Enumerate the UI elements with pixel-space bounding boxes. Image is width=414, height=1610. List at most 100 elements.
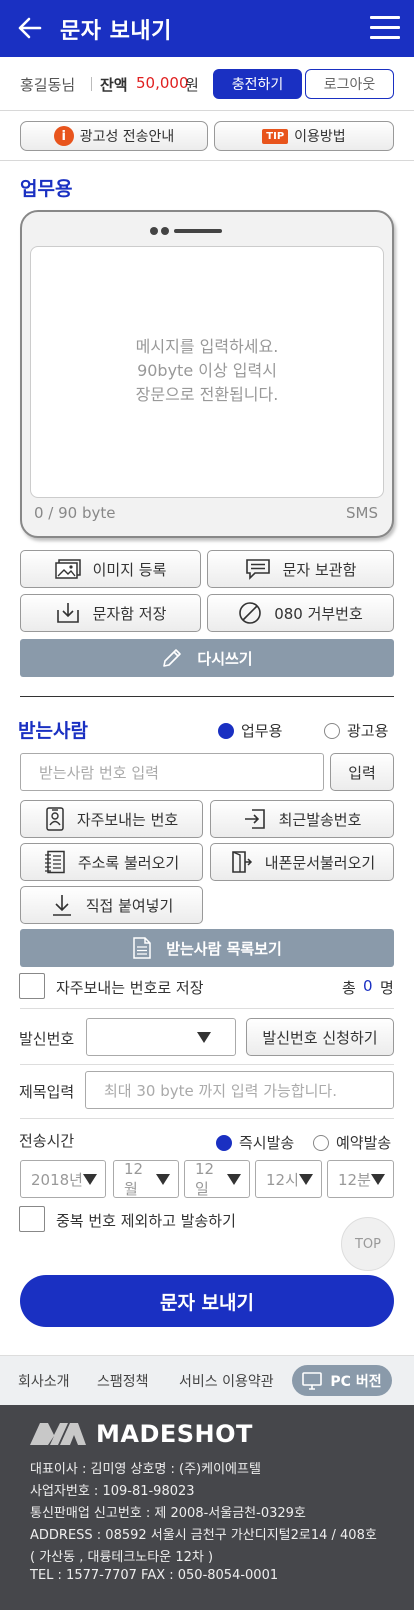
- footer: MADESHOT 대표이사 : 김미영 상호명 : (주)케이에프텔 사업자번호…: [0, 1405, 414, 1610]
- spam-policy-link[interactable]: 스팸정책: [97, 1371, 149, 1391]
- block-icon: [239, 602, 261, 624]
- radio-ad-label: 광고용: [347, 722, 389, 740]
- message-textarea[interactable]: 메시지를 입력하세요. 90byte 이상 입력시 장문으로 전환됩니다.: [30, 246, 384, 498]
- paste-directly-button[interactable]: 직접 붙여넣기: [20, 886, 203, 924]
- balance-label: 잔액: [100, 76, 128, 94]
- monitor-icon: [302, 1371, 323, 1390]
- rewrite-label: 다시쓰기: [197, 649, 253, 668]
- message-storage-label: 문자 보관함: [282, 560, 357, 579]
- divider: [20, 1064, 394, 1065]
- radio-business-label: 업무용: [241, 722, 283, 740]
- balance-value: 50,000: [136, 74, 189, 92]
- minute-select[interactable]: 12분: [327, 1160, 394, 1198]
- company-info-line: TEL : 1577-7707 FAX : 050-8054-0001: [30, 1568, 279, 1583]
- image-register-button[interactable]: 이미지 등록: [20, 550, 201, 588]
- divider: [91, 77, 92, 91]
- door-import-icon: [231, 851, 252, 873]
- usage-button[interactable]: TIP 이용방법: [214, 121, 394, 151]
- import-document-button[interactable]: 내폰문서불러오기: [210, 843, 394, 881]
- company-info-line: ( 가산동 , 대륭테크노타운 12차 ): [30, 1550, 214, 1565]
- message-phone-frame: 메시지를 입력하세요. 90byte 이상 입력시 장문으로 전환됩니다. 0 …: [20, 210, 394, 538]
- terms-link[interactable]: 서비스 이용약관: [179, 1371, 274, 1391]
- document-icon: [133, 937, 151, 959]
- logout-button[interactable]: 로그아웃: [305, 69, 394, 99]
- divider: [20, 1118, 394, 1119]
- brand-name: MADESHOT: [96, 1420, 253, 1448]
- radio-send-now[interactable]: 즉시발송: [216, 1132, 294, 1153]
- pc-version-button[interactable]: PC 버전: [292, 1365, 392, 1396]
- app-header: 문자 보내기: [0, 0, 414, 57]
- chevron-down-icon: [83, 1173, 97, 1185]
- info-icon: i: [53, 126, 74, 146]
- radio-business[interactable]: 업무용: [218, 720, 282, 741]
- company-info-line: ADDRESS : 08592 서울시 금천구 가산디지털2로14 / 408호: [30, 1528, 377, 1543]
- message-storage-button[interactable]: 문자 보관함: [207, 550, 394, 588]
- divider: [20, 696, 394, 697]
- month-value: 12월: [124, 1159, 144, 1198]
- usage-label: 이용방법: [294, 129, 346, 145]
- message-placeholder-line: 90byte 이상 입력시: [137, 361, 277, 380]
- download-tray-icon: [56, 603, 79, 623]
- chevron-down-icon: [299, 1173, 313, 1185]
- recipient-add-button[interactable]: 입력: [330, 753, 394, 791]
- rewrite-button[interactable]: 다시쓰기: [20, 639, 394, 677]
- charge-button[interactable]: 충전하기: [213, 69, 302, 99]
- pc-version-label: PC 버전: [330, 1373, 382, 1390]
- radio-reserve[interactable]: 예약발송: [313, 1132, 391, 1153]
- send-message-button[interactable]: 문자 보내기: [20, 1275, 394, 1327]
- reject-number-label: 080 거부번호: [274, 604, 363, 623]
- tip-bar: i 광고성 전송안내 TIP 이용방법: [0, 111, 414, 161]
- recipient-number-input[interactable]: 받는사람 번호 입력: [20, 753, 324, 791]
- radio-unselected-icon: [324, 722, 340, 739]
- ad-guide-label: 광고성 전송안내: [79, 129, 175, 145]
- address-book-label: 주소록 불러오기: [77, 853, 180, 872]
- total-unit: 명: [380, 979, 394, 997]
- month-select[interactable]: 12월: [113, 1160, 179, 1198]
- company-info-line: 사업자번호 : 109-81-98023: [30, 1484, 195, 1499]
- save-frequent-checkbox[interactable]: [19, 973, 45, 999]
- scroll-top-button[interactable]: TOP: [341, 1217, 395, 1271]
- hour-select[interactable]: 12시: [255, 1160, 322, 1198]
- company-info-line: 통신판매업 신고번호 : 제 2008-서울금천-0329호: [30, 1506, 306, 1521]
- hour-value: 12시: [266, 1170, 299, 1189]
- compose-section-title: 업무용: [20, 178, 73, 200]
- save-frequent-label: 자주보내는 번호로 저장: [56, 979, 204, 997]
- sender-number-select[interactable]: [86, 1018, 236, 1056]
- message-type: SMS: [346, 504, 378, 522]
- chevron-down-icon: [156, 1173, 170, 1185]
- sender-apply-button[interactable]: 발신번호 신청하기: [246, 1018, 394, 1056]
- frequent-numbers-button[interactable]: 자주보내는 번호: [20, 800, 203, 838]
- about-link[interactable]: 회사소개: [18, 1371, 70, 1391]
- year-select[interactable]: 2018년: [20, 1160, 106, 1198]
- address-book-button[interactable]: 주소록 불러오기: [20, 843, 203, 881]
- tip-badge-icon: TIP: [262, 128, 289, 144]
- user-name: 홍길동님: [20, 76, 76, 94]
- message-placeholder-line: 장문으로 전환됩니다.: [135, 385, 279, 404]
- dedupe-label: 중복 번호 제외하고 발송하기: [56, 1212, 236, 1230]
- divider: [20, 1008, 394, 1009]
- radio-send-now-label: 즉시발송: [239, 1134, 295, 1152]
- login-arrow-icon: [244, 809, 265, 829]
- frequent-numbers-label: 자주보내는 번호: [76, 810, 179, 829]
- minute-value: 12분: [338, 1170, 371, 1189]
- chevron-down-icon: [371, 1173, 385, 1185]
- currency-unit: 원: [185, 76, 199, 94]
- radio-selected-icon: [218, 722, 234, 739]
- subject-input[interactable]: 최대 30 byte 까지 입력 가능합니다.: [85, 1071, 394, 1109]
- ad-guide-button[interactable]: i 광고성 전송안내: [20, 121, 208, 151]
- recipient-list-button[interactable]: 받는사람 목록보기: [20, 929, 394, 967]
- back-arrow-icon[interactable]: [14, 12, 46, 44]
- hamburger-menu-icon[interactable]: [370, 16, 400, 40]
- pencil-icon: [163, 649, 182, 667]
- radio-reserve-label: 예약발송: [336, 1134, 392, 1152]
- dedupe-checkbox[interactable]: [19, 1206, 45, 1232]
- day-value: 12일: [195, 1159, 215, 1198]
- reject-number-button[interactable]: 080 거부번호: [207, 594, 394, 632]
- save-message-label: 문자함 저장: [92, 604, 167, 623]
- recent-numbers-button[interactable]: 최근발송번호: [210, 800, 394, 838]
- subject-label: 제목입력: [19, 1083, 75, 1101]
- save-message-button[interactable]: 문자함 저장: [20, 594, 201, 632]
- radio-ad[interactable]: 광고용: [324, 720, 388, 741]
- recipients-section-title: 받는사람: [18, 720, 88, 742]
- day-select[interactable]: 12일: [184, 1160, 250, 1198]
